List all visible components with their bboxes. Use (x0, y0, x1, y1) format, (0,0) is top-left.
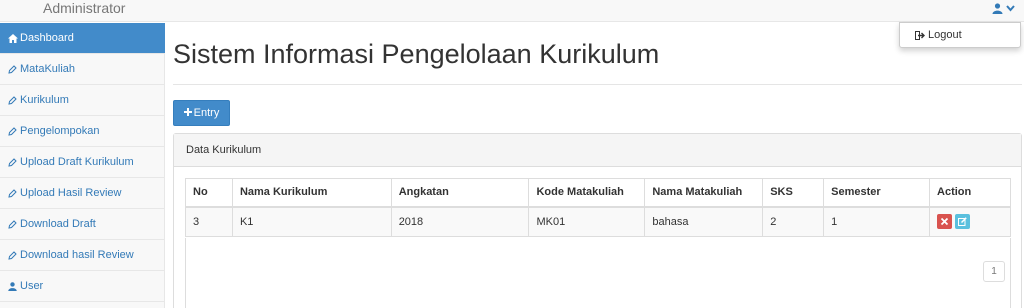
edit-button[interactable] (955, 214, 971, 230)
column-header-angkatan: Angkatan (390, 178, 530, 208)
cell-nama-kurikulum: K1 (231, 206, 392, 237)
column-header-nama-kurikulum: Nama Kurikulum (231, 178, 392, 208)
table-footer (185, 238, 1011, 308)
sidebar-item-label: Pengelompokan (20, 125, 100, 137)
sidebar-item-dashboard[interactable]: Dashboard (0, 23, 165, 54)
sidebar-item-upload-draft-kurikulum[interactable]: Upload Draft Kurikulum (0, 147, 165, 178)
column-header-action: Action (929, 178, 1011, 208)
sidebar-item-label: Upload Hasil Review (20, 187, 122, 199)
delete-button[interactable] (937, 214, 953, 230)
sidebar-item-upload-hasil-review[interactable]: Upload Hasil Review (0, 178, 165, 209)
cell-kode-matakuliah: MK01 (528, 206, 646, 237)
cell-angkatan: 2018 (390, 206, 530, 237)
sidebar-item-pengelompokan[interactable]: Pengelompokan (0, 116, 165, 147)
table-row: 3 K1 2018 MK01 bahasa 2 1 (185, 206, 1011, 237)
caret-down-icon (1006, 5, 1015, 12)
sidebar-item-label: MataKuliah (20, 63, 76, 75)
sidebar: Dashboard MataKuliah Kurikulum Pengelomp… (0, 23, 165, 308)
column-header-no: No (185, 178, 233, 208)
panel-heading: Data Kurikulum (174, 134, 1021, 167)
pencil-icon (8, 64, 18, 74)
pencil-icon (8, 157, 18, 167)
pencil-icon (8, 95, 18, 105)
kurikulum-table: No Nama Kurikulum Angkatan Kode Matakuli… (185, 178, 1011, 237)
user-menu-toggle[interactable] (992, 3, 1020, 17)
sidebar-item-label: Download hasil Review (20, 249, 134, 261)
cell-no: 3 (185, 206, 233, 237)
logout-menu-item[interactable]: Logout (900, 23, 1020, 47)
close-icon (940, 218, 949, 226)
home-icon (8, 33, 18, 43)
sidebar-item-download-draft[interactable]: Download Draft (0, 209, 165, 240)
user-dropdown-menu: Logout (899, 22, 1021, 48)
column-header-sks: SKS (762, 178, 825, 208)
user-icon (8, 281, 18, 291)
edit-icon (958, 217, 967, 227)
entry-button-label: Entry (193, 107, 220, 119)
sidebar-item-label: User (20, 280, 44, 292)
pencil-icon (8, 188, 18, 198)
cell-nama-matakuliah: bahasa (644, 206, 764, 237)
sidebar-item-label: Upload Draft Kurikulum (20, 156, 134, 168)
sidebar-item-label: Download Draft (20, 218, 96, 230)
plus-icon (183, 108, 192, 117)
column-header-semester: Semester (823, 178, 931, 208)
logout-label: Logout (928, 29, 962, 41)
sidebar-item-matakuliah[interactable]: MataKuliah (0, 54, 165, 85)
entry-button[interactable]: Entry (173, 100, 230, 126)
pencil-icon (8, 219, 18, 229)
user-icon (992, 3, 1003, 14)
brand-title[interactable]: Administrator (43, 0, 125, 16)
column-header-nama-matakuliah: Nama Matakuliah (644, 178, 764, 208)
data-kurikulum-panel: Data Kurikulum No Nama Kurikulum Angkata… (173, 133, 1022, 308)
sidebar-item-label: Kurikulum (20, 94, 69, 106)
sign-out-icon (915, 30, 925, 40)
sidebar-item-download-hasil-review[interactable]: Download hasil Review (0, 240, 165, 271)
cell-semester: 1 (823, 206, 931, 237)
pencil-icon (8, 126, 18, 136)
sidebar-item-label: Dashboard (20, 32, 74, 44)
top-navbar: Administrator (0, 0, 1024, 22)
divider (173, 84, 1022, 85)
column-header-kode-matakuliah: Kode Matakuliah (528, 178, 646, 208)
cell-action (929, 206, 1011, 237)
sidebar-item-kurikulum[interactable]: Kurikulum (0, 85, 165, 116)
table-header-row: No Nama Kurikulum Angkatan Kode Matakuli… (185, 178, 1011, 208)
sidebar-item-user[interactable]: User (0, 271, 165, 302)
page-title: Sistem Informasi Pengelolaan Kurikulum (173, 39, 660, 69)
cell-sks: 2 (762, 206, 825, 237)
pencil-icon (8, 250, 18, 260)
pagination-page-1[interactable]: 1 (983, 261, 1005, 282)
